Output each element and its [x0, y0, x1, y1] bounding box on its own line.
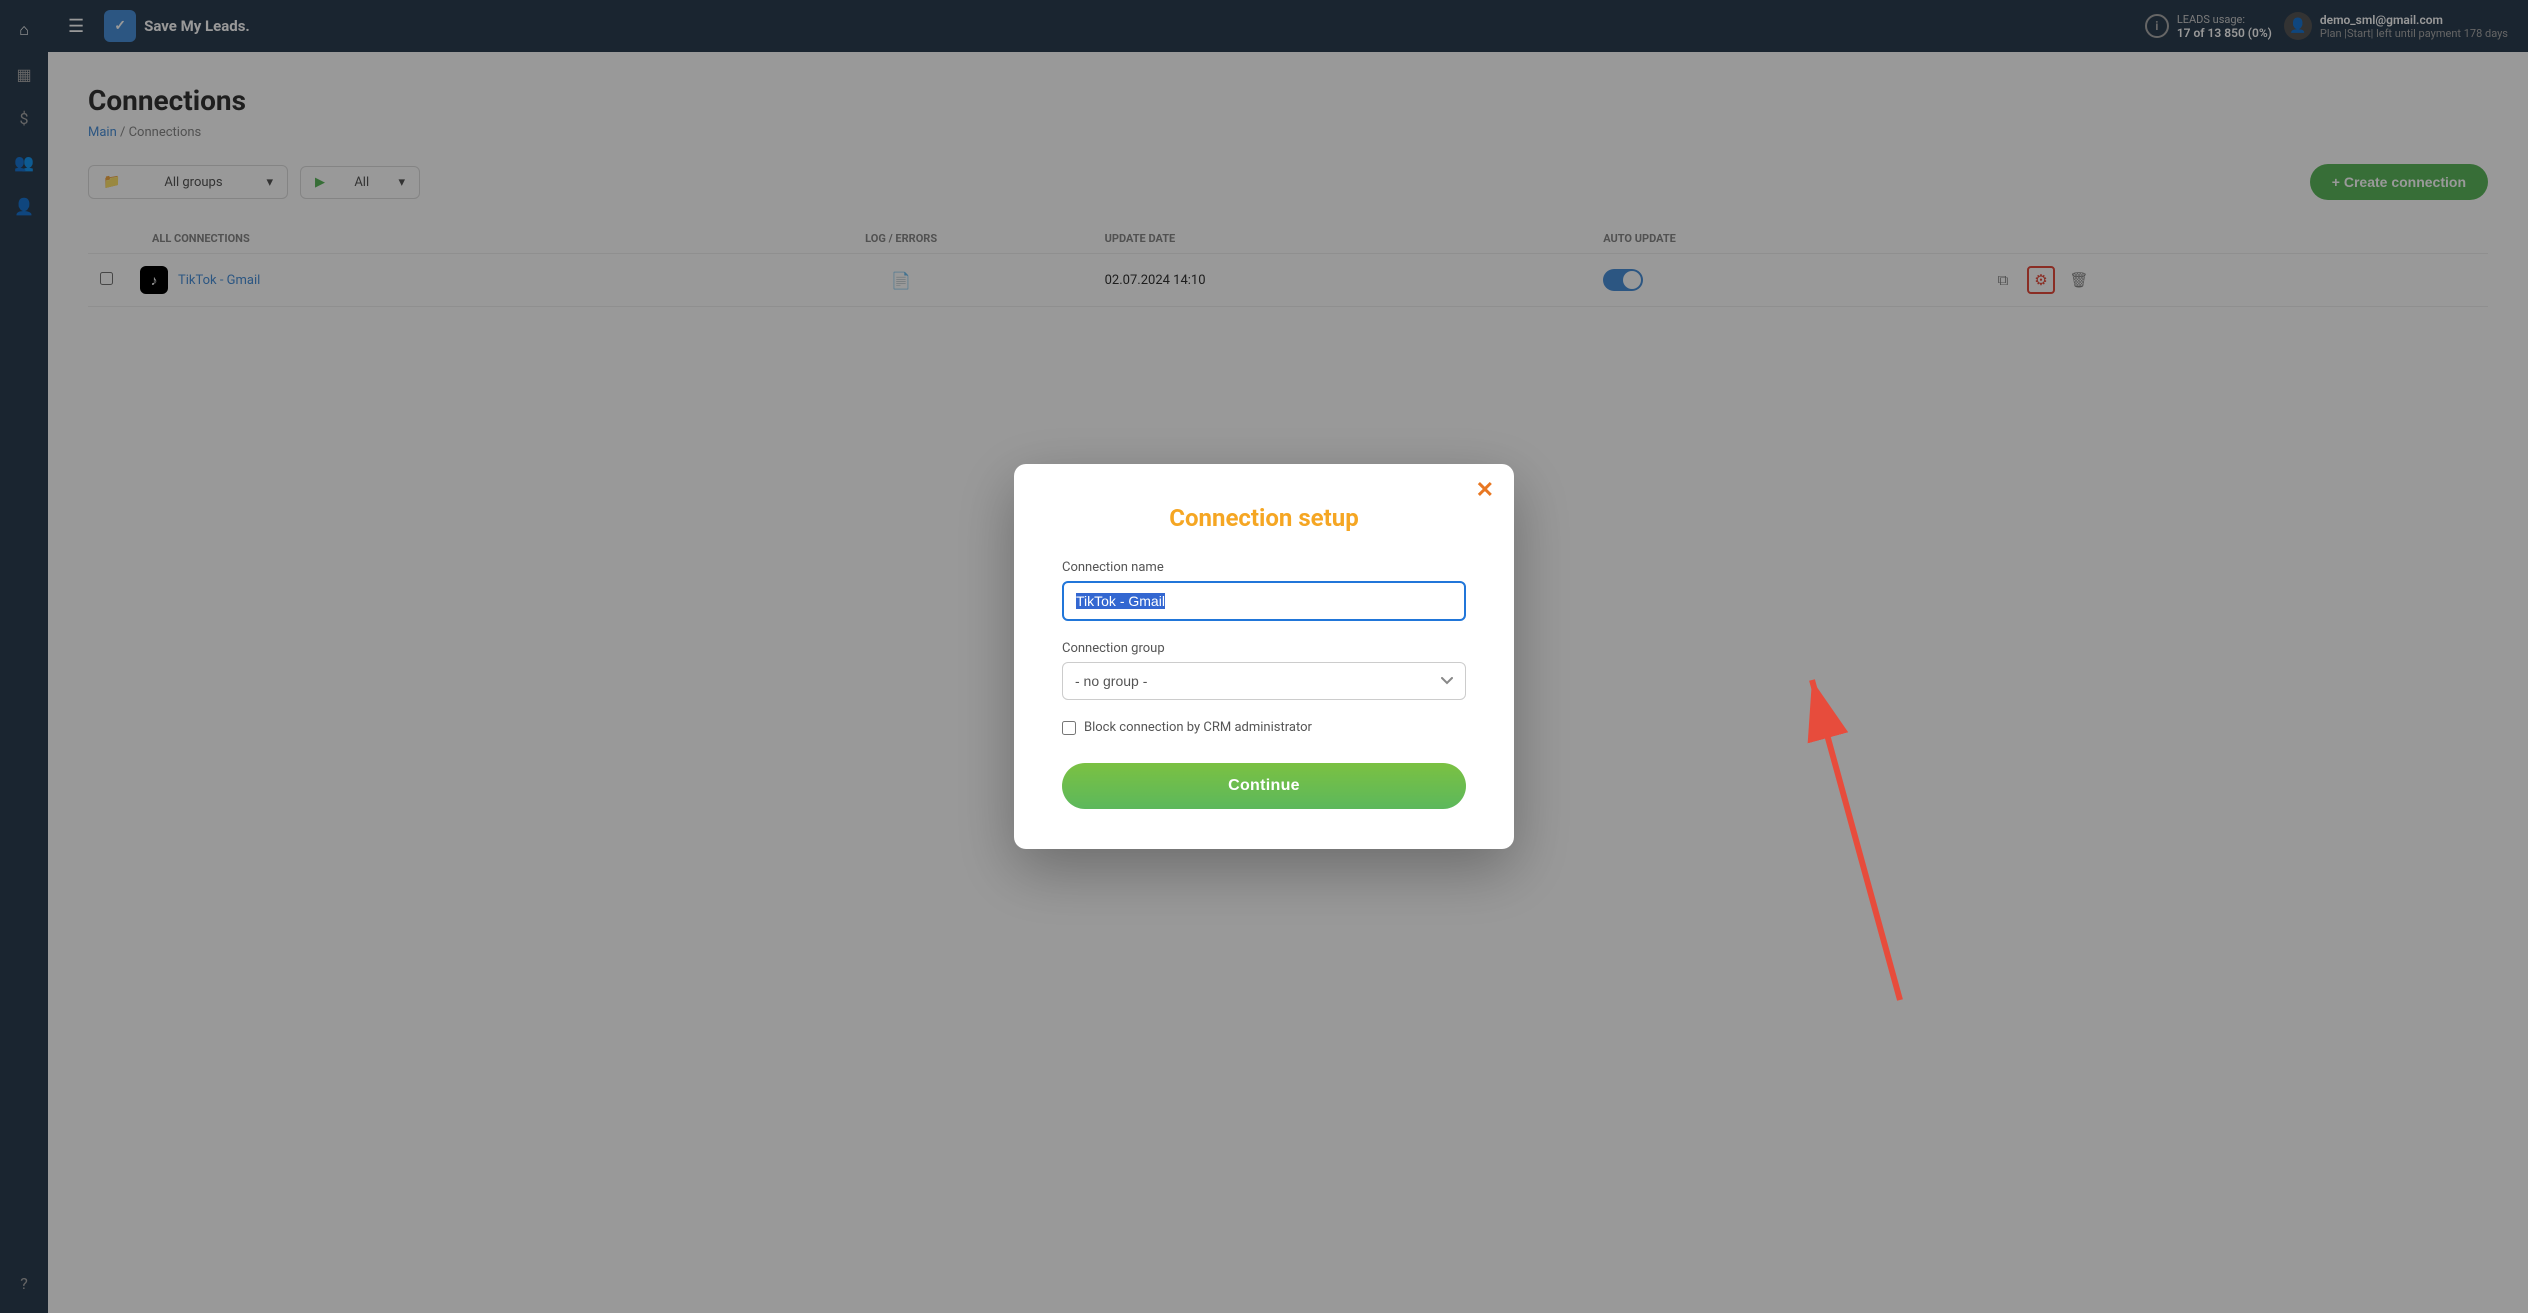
connection-name-label: Connection name [1062, 560, 1466, 575]
continue-button[interactable]: Continue [1062, 763, 1466, 809]
connection-group-label: Connection group [1062, 641, 1466, 656]
modal-overlay[interactable]: ✕ Connection setup Connection name Conne… [0, 0, 2528, 1313]
modal-close-button[interactable]: ✕ [1476, 480, 1494, 502]
block-connection-label[interactable]: Block connection by CRM administrator [1084, 720, 1312, 735]
modal: ✕ Connection setup Connection name Conne… [1014, 464, 1514, 849]
connection-name-input[interactable] [1062, 581, 1466, 621]
block-connection-row: Block connection by CRM administrator [1062, 720, 1466, 735]
connection-group-select[interactable]: - no group - [1062, 662, 1466, 700]
modal-title: Connection setup [1062, 504, 1466, 532]
block-connection-checkbox[interactable] [1062, 721, 1076, 735]
